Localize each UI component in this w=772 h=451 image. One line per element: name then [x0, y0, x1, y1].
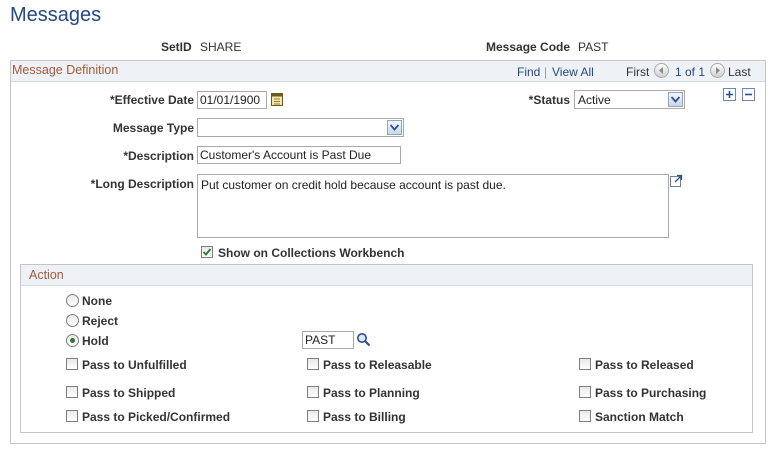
long-description-label: *Long Description	[90, 177, 194, 191]
delete-row-button[interactable]	[742, 88, 755, 101]
message-type-label: Message Type	[112, 121, 194, 135]
hold-code-lookup-button[interactable]	[356, 332, 371, 347]
plus-icon	[726, 91, 733, 98]
next-row-button[interactable]	[710, 63, 725, 78]
chevron-right-icon	[716, 67, 720, 74]
effective-date-label: *Effective Date	[109, 93, 194, 107]
pass-to-purchasing-label: Pass to Purchasing	[595, 386, 707, 400]
pass-to-releasable-label: Pass to Releasable	[323, 358, 432, 372]
radio-none[interactable]	[66, 294, 79, 307]
pass-to-planning-checkbox[interactable]	[307, 386, 319, 398]
chevron-left-icon	[659, 67, 663, 74]
action-panel	[20, 264, 753, 433]
pass-to-billing-checkbox[interactable]	[307, 410, 319, 422]
message-code-value: PAST	[578, 40, 609, 54]
message-definition-header	[11, 61, 765, 82]
view-all-link[interactable]: View All	[552, 65, 594, 79]
pass-to-planning-label: Pass to Planning	[323, 386, 420, 400]
sanction-match-checkbox[interactable]	[579, 410, 591, 422]
pass-to-picked-confirmed-label: Pass to Picked/Confirmed	[82, 410, 231, 424]
pass-to-purchasing-checkbox[interactable]	[579, 386, 591, 398]
add-row-button[interactable]	[723, 88, 736, 101]
message-code-label: Message Code	[486, 40, 571, 54]
find-link[interactable]: Find	[517, 65, 540, 79]
expand-long-description-button[interactable]	[670, 174, 683, 187]
radio-selected-dot	[70, 338, 75, 343]
minus-icon	[745, 93, 752, 96]
radio-hold-label: Hold	[82, 334, 109, 348]
expand-icon	[670, 174, 683, 187]
pass-to-shipped-label: Pass to Shipped	[82, 386, 176, 400]
pass-to-picked-confirmed-checkbox[interactable]	[66, 410, 78, 422]
last-label: Last	[728, 65, 751, 79]
radio-hold[interactable]	[66, 334, 79, 347]
calendar-button[interactable]	[271, 92, 283, 106]
description-label: *Description	[123, 149, 194, 163]
radio-reject[interactable]	[66, 314, 79, 327]
show-on-workbench-checkbox[interactable]	[201, 246, 213, 258]
first-label: First	[626, 65, 650, 79]
hold-code-field[interactable]: PAST	[302, 331, 354, 349]
message-type-select[interactable]	[197, 118, 404, 137]
pass-to-billing-label: Pass to Billing	[323, 410, 406, 424]
show-on-workbench-label: Show on Collections Workbench	[218, 246, 405, 260]
chevron-down-icon	[671, 96, 680, 103]
radio-reject-label: Reject	[82, 314, 119, 328]
pass-to-released-label: Pass to Released	[595, 358, 694, 372]
checkmark-icon	[202, 248, 212, 256]
pass-to-shipped-checkbox[interactable]	[66, 386, 78, 398]
action-title: Action	[29, 268, 64, 282]
long-description-field[interactable]: Put customer on credit hold because acco…	[197, 174, 669, 238]
status-select[interactable]: Active	[574, 90, 685, 109]
pass-to-releasable-checkbox[interactable]	[307, 358, 319, 370]
sanction-match-label: Sanction Match	[595, 410, 684, 424]
message-type-dropdown-arrow[interactable]	[387, 120, 402, 135]
message-definition-title: Message Definition	[12, 63, 119, 77]
header-separator: |	[544, 65, 548, 79]
chevron-down-icon	[390, 124, 399, 131]
status-dropdown-arrow[interactable]	[668, 92, 683, 107]
pass-to-unfulfilled-checkbox[interactable]	[66, 358, 78, 370]
setid-label: SetID	[161, 40, 192, 54]
description-field[interactable]: Customer's Account is Past Due	[197, 146, 401, 164]
pass-to-released-checkbox[interactable]	[579, 358, 591, 370]
pager-text: 1 of 1	[675, 65, 706, 79]
page-title: Messages	[10, 4, 102, 26]
previous-row-button[interactable]	[654, 63, 669, 78]
calendar-icon	[271, 93, 283, 106]
search-icon	[357, 333, 371, 347]
pass-to-unfulfilled-label: Pass to Unfulfilled	[82, 358, 187, 372]
radio-none-label: None	[82, 294, 112, 308]
status-label: *Status	[528, 93, 570, 107]
setid-value: SHARE	[200, 40, 242, 54]
status-select-value: Active	[578, 93, 611, 107]
effective-date-field[interactable]: 01/01/1900	[197, 91, 267, 109]
action-header	[21, 265, 752, 286]
